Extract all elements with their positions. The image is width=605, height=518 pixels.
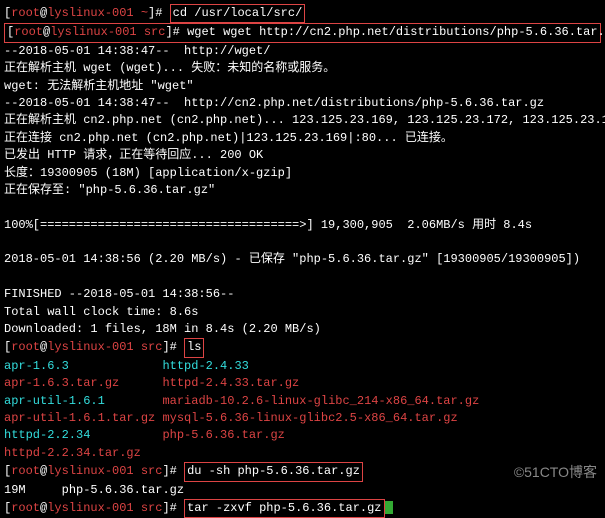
- prompt-line-4: [root@lyslinux-001 src]# du -sh php-5.6.…: [4, 462, 601, 481]
- output: FINISHED --2018-05-01 14:38:56--: [4, 286, 601, 303]
- dir: apr-util-1.6.1: [4, 394, 162, 408]
- output: 正在解析主机 cn2.php.net (cn2.php.net)... 123.…: [4, 112, 601, 129]
- wget-command-box: [root@lyslinux-001 src]# wget wget http:…: [4, 23, 601, 42]
- cmd-3[interactable]: ls: [184, 338, 204, 357]
- blank: [4, 269, 601, 286]
- cmd-text: wget wget http://cn2.php.net/distributio…: [187, 25, 605, 39]
- path: src: [141, 340, 163, 354]
- du-size: 19M: [4, 483, 26, 497]
- path: src: [144, 25, 166, 39]
- user: root: [11, 464, 40, 478]
- output: Downloaded: 1 files, 18M in 8.4s (2.20 M…: [4, 321, 601, 338]
- archive: mysql-5.6.36-linux-glibc2.5-x86_64.tar.g…: [162, 411, 457, 425]
- ls-row: apr-1.6.3 httpd-2.4.33: [4, 358, 601, 375]
- prompt-line-1: [root@lyslinux-001 ~]# cd /usr/local/src…: [4, 4, 601, 23]
- ls-row: httpd-2.2.34.tar.gz: [4, 445, 601, 462]
- dir: httpd-2.2.34: [4, 428, 162, 442]
- archive: php-5.6.36.tar.gz: [162, 428, 284, 442]
- user: root: [11, 340, 40, 354]
- archive: apr-1.6.3.tar.gz: [4, 376, 162, 390]
- ls-row: httpd-2.2.34 php-5.6.36.tar.gz: [4, 427, 601, 444]
- output: --2018-05-01 14:38:47-- http://wget/: [4, 43, 601, 60]
- cmd-text: tar -zxvf php-5.6.36.tar.gz: [187, 501, 381, 515]
- prompt-line-5: [root@lyslinux-001 src]# tar -zxvf php-5…: [4, 499, 601, 518]
- user: root: [11, 6, 40, 20]
- host: lyslinux-001: [47, 6, 133, 20]
- path: src: [141, 501, 163, 515]
- output: 长度：19300905 (18M) [application/x-gzip]: [4, 165, 601, 182]
- user: root: [11, 501, 40, 515]
- cmd-5[interactable]: tar -zxvf php-5.6.36.tar.gz: [184, 499, 384, 518]
- archive: mariadb-10.2.6-linux-glibc_214-x86_64.ta…: [162, 394, 479, 408]
- host: lyslinux-001: [47, 464, 133, 478]
- cursor: [385, 501, 393, 514]
- archive: httpd-2.4.33.tar.gz: [162, 376, 299, 390]
- output: Total wall clock time: 8.6s: [4, 304, 601, 321]
- prompt-line-2: [root@lyslinux-001 src]# wget wget http:…: [7, 24, 598, 41]
- output: 2018-05-01 14:38:56 (2.20 MB/s) - 已保存 "p…: [4, 251, 601, 268]
- path: ~: [141, 6, 148, 20]
- du-output: 19M php-5.6.36.tar.gz: [4, 482, 601, 499]
- output: wget: 无法解析主机地址 "wget": [4, 78, 601, 95]
- output: 正在连接 cn2.php.net (cn2.php.net)|123.125.2…: [4, 130, 601, 147]
- cmd-1[interactable]: cd /usr/local/src/: [170, 4, 306, 23]
- cmd-text: du -sh php-5.6.36.tar.gz: [187, 464, 360, 478]
- ls-row: apr-util-1.6.1 mariadb-10.2.6-linux-glib…: [4, 393, 601, 410]
- path: src: [141, 464, 163, 478]
- output: --2018-05-01 14:38:47-- http://cn2.php.n…: [4, 95, 601, 112]
- host: lyslinux-001: [47, 340, 133, 354]
- prompt-line-3: [root@lyslinux-001 src]# ls: [4, 338, 601, 357]
- cmd-text: cd /usr/local/src/: [173, 6, 303, 20]
- output: 正在保存至: "php-5.6.36.tar.gz": [4, 182, 601, 199]
- host: lyslinux-001: [47, 501, 133, 515]
- ls-row: apr-util-1.6.1.tar.gz mysql-5.6.36-linux…: [4, 410, 601, 427]
- cmd-4[interactable]: du -sh php-5.6.36.tar.gz: [184, 462, 363, 481]
- ls-row: apr-1.6.3.tar.gz httpd-2.4.33.tar.gz: [4, 375, 601, 392]
- progress: 100%[===================================…: [4, 217, 601, 234]
- dir: apr-1.6.3: [4, 359, 162, 373]
- du-file: php-5.6.36.tar.gz: [62, 483, 184, 497]
- archive: apr-util-1.6.1.tar.gz: [4, 411, 162, 425]
- blank: [4, 199, 601, 216]
- dir: httpd-2.4.33: [162, 359, 248, 373]
- output: 已发出 HTTP 请求，正在等待回应... 200 OK: [4, 147, 601, 164]
- cmd-text: ls: [187, 340, 201, 354]
- user: root: [14, 25, 43, 39]
- host: lyslinux-001: [50, 25, 136, 39]
- output: 正在解析主机 wget (wget)... 失败：未知的名称或服务。: [4, 60, 601, 77]
- blank: [4, 234, 601, 251]
